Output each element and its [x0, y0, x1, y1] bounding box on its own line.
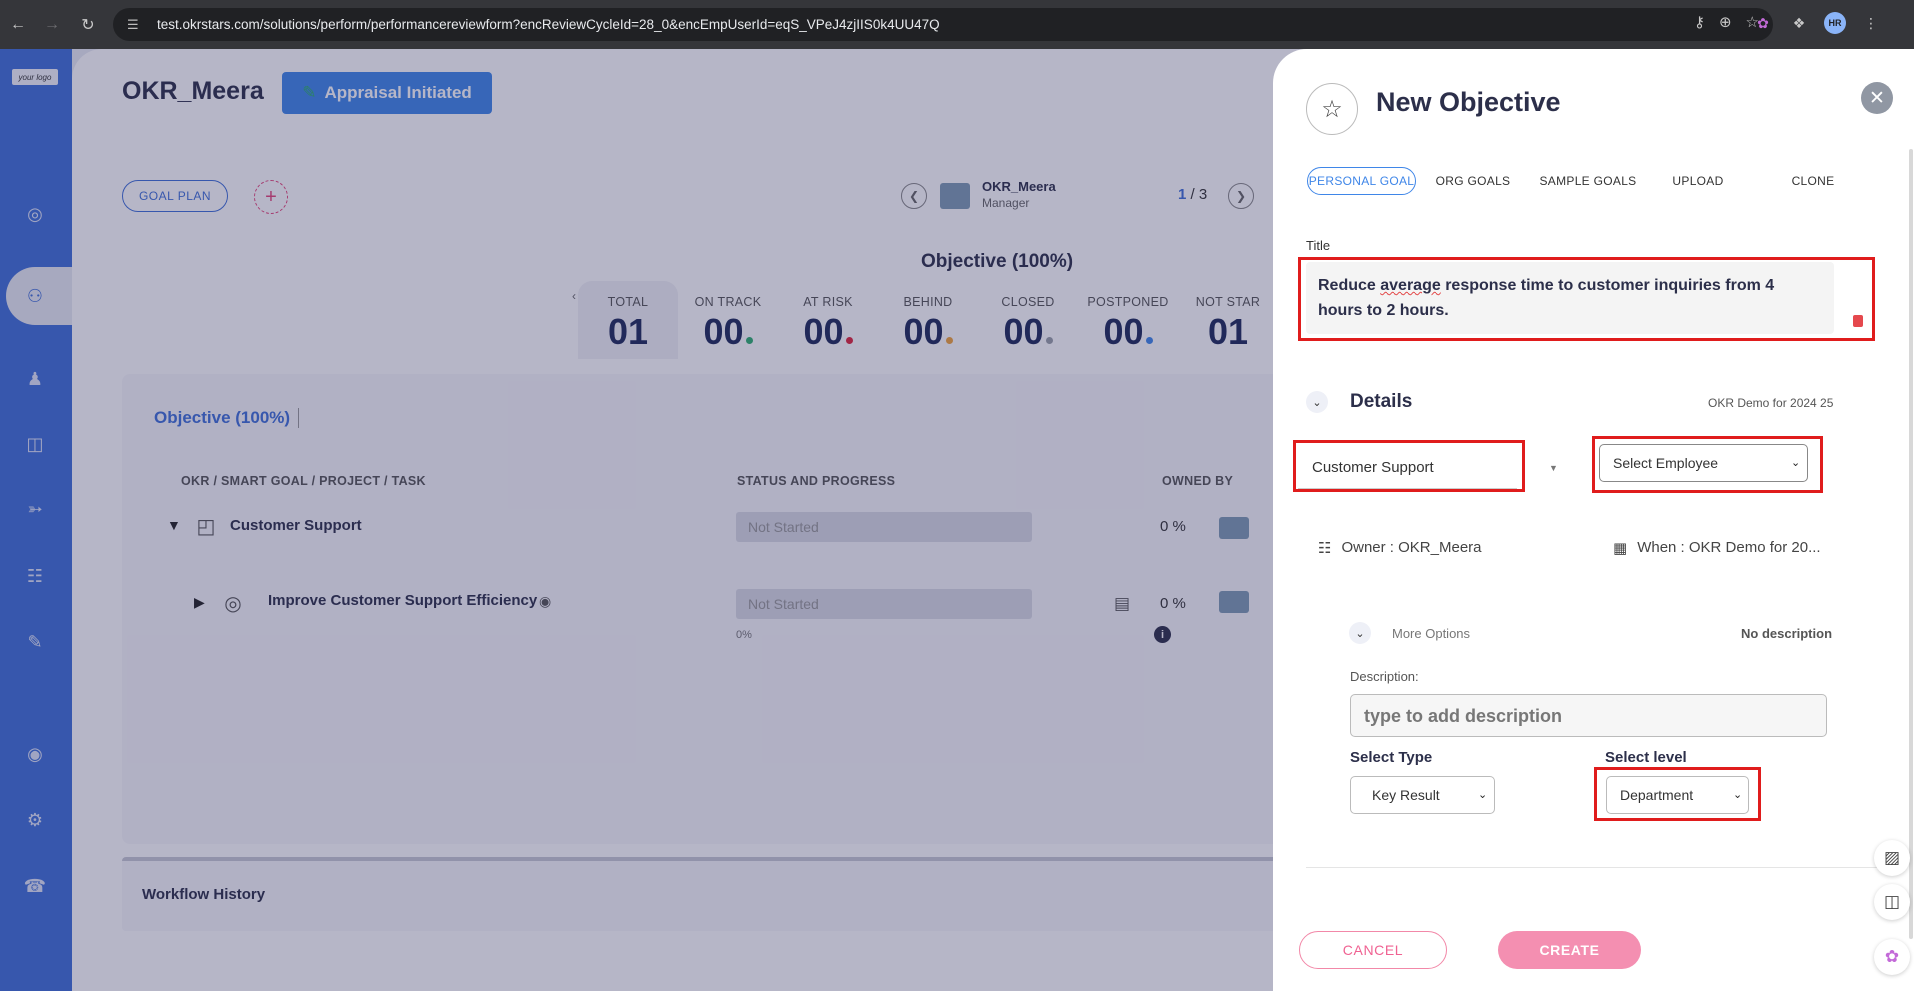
extensions-puzzle-icon[interactable]: ❖: [1788, 12, 1810, 34]
title-text-misspelled: average: [1380, 277, 1441, 294]
back-arrow-icon[interactable]: ←: [4, 11, 32, 39]
grammar-check-icon[interactable]: [1853, 315, 1863, 327]
tab-clone[interactable]: CLONE: [1773, 167, 1853, 195]
when-text: When : OKR Demo for 20...: [1637, 539, 1821, 556]
forward-arrow-icon[interactable]: →: [38, 11, 66, 39]
assistant-brain-icon[interactable]: ✿: [1874, 939, 1910, 975]
description-input[interactable]: type to add description: [1350, 694, 1827, 737]
select-type-dropdown[interactable]: Key Result: [1350, 776, 1495, 814]
chevron-down-icon[interactable]: ⌄: [1349, 622, 1371, 644]
extensions-area: ✿ ❖ HR ⋮: [1752, 12, 1882, 34]
employee-select[interactable]: Select Employee: [1599, 444, 1808, 482]
chevron-down-icon[interactable]: ⌄: [1306, 391, 1328, 413]
no-description-label: No description: [1741, 626, 1833, 641]
menu-kebab-icon[interactable]: ⋮: [1860, 12, 1882, 34]
drawer-title: New Objective: [1376, 87, 1561, 117]
zoom-icon[interactable]: ⊕: [1719, 13, 1732, 31]
title-input[interactable]: Reduce average response time to customer…: [1306, 262, 1834, 334]
reader-book-icon[interactable]: ◫: [1874, 884, 1910, 920]
close-icon[interactable]: ✕: [1861, 82, 1893, 114]
owner-text: Owner : OKR_Meera: [1341, 539, 1482, 556]
org-chart-icon: ☷: [1318, 540, 1332, 557]
details-cycle: OKR Demo for 2024 25: [1708, 396, 1834, 410]
tab-sample-goals[interactable]: SAMPLE GOALS: [1530, 167, 1646, 195]
site-settings-icon[interactable]: ☰: [127, 17, 147, 33]
calendar-icon: ▦: [1613, 540, 1628, 557]
reload-icon[interactable]: ↻: [74, 11, 102, 39]
cancel-button[interactable]: CANCEL: [1299, 931, 1447, 969]
select-level-label: Select level: [1605, 749, 1687, 766]
select-level-dropdown[interactable]: Department: [1606, 776, 1749, 814]
description-label: Description:: [1350, 669, 1419, 684]
extension-brain-icon[interactable]: ✿: [1752, 12, 1774, 34]
url-text[interactable]: test.okrstars.com/solutions/perform/perf…: [157, 17, 940, 32]
chevron-down-icon: ⌄: [1791, 457, 1801, 469]
drawer-scrollbar[interactable]: [1909, 149, 1913, 939]
details-label: Details: [1350, 391, 1413, 412]
department-select[interactable]: Customer Support: [1298, 447, 1517, 489]
when-info: ▦ When : OKR Demo for 20...: [1613, 539, 1821, 557]
more-options-label[interactable]: More Options: [1392, 626, 1470, 641]
tab-upload[interactable]: UPLOAD: [1658, 167, 1738, 195]
tab-org-goals[interactable]: ORG GOALS: [1423, 167, 1523, 195]
objective-star-icon: ☆: [1306, 83, 1358, 135]
title-text-part: Reduce: [1318, 277, 1381, 294]
create-button[interactable]: CREATE: [1498, 931, 1641, 969]
title-label: Title: [1306, 238, 1331, 253]
new-objective-drawer: ☆ New Objective ✕ PERSONAL GOAL ORG GOAL…: [1273, 49, 1914, 991]
tab-personal-goal[interactable]: PERSONAL GOAL: [1307, 167, 1416, 195]
address-bar[interactable]: ☰ test.okrstars.com/solutions/perform/pe…: [113, 8, 1773, 41]
chevron-down-icon: ⌄: [1478, 789, 1488, 801]
divider: [1306, 867, 1881, 868]
owner-info: ☷ Owner : OKR_Meera: [1318, 539, 1482, 557]
browser-toolbar: ← → ↻ ☰ test.okrstars.com/solutions/perf…: [0, 0, 1914, 49]
key-icon[interactable]: ⚷: [1694, 13, 1705, 31]
profile-avatar[interactable]: HR: [1824, 12, 1846, 34]
dropdown-caret-icon: ▼: [1549, 463, 1558, 473]
select-type-label: Select Type: [1350, 749, 1433, 766]
translate-icon[interactable]: ▨: [1874, 840, 1910, 876]
chevron-down-icon: ⌄: [1733, 789, 1743, 801]
